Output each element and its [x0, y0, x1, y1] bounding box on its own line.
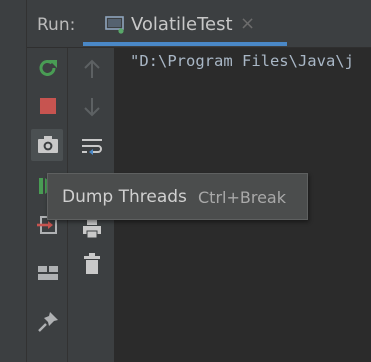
tooltip-title: Dump Threads — [62, 187, 187, 207]
tooltip-shortcut: Ctrl+Break — [198, 188, 286, 207]
stop-icon — [36, 95, 60, 119]
trash-icon — [80, 252, 104, 276]
dump-threads-tooltip: Dump Threads Ctrl+Break — [47, 173, 308, 220]
active-tab-indicator — [83, 42, 287, 46]
stop-button[interactable] — [36, 95, 60, 119]
pin-icon — [36, 310, 60, 334]
layout-icon — [36, 261, 60, 285]
rerun-button[interactable] — [36, 57, 60, 81]
soft-wrap-icon — [80, 135, 104, 159]
run-tool-window-header: Run: VolatileTest × — [27, 0, 371, 48]
restore-layout-button[interactable] — [36, 261, 60, 285]
soft-wrap-button[interactable] — [80, 135, 104, 159]
left-tool-strip — [0, 0, 27, 362]
clear-all-button[interactable] — [80, 252, 104, 276]
tab-volatile-test[interactable]: VolatileTest × — [83, 0, 287, 48]
arrow-down-icon — [80, 95, 104, 119]
tab-label: VolatileTest — [131, 14, 233, 35]
print-icon — [80, 217, 104, 241]
run-label: Run: — [37, 15, 76, 35]
up-stack-button[interactable] — [80, 57, 104, 81]
rerun-icon — [36, 57, 60, 81]
pin-tab-button[interactable] — [36, 310, 60, 334]
down-stack-button[interactable] — [80, 95, 104, 119]
close-icon[interactable]: × — [240, 13, 255, 34]
arrow-up-icon — [80, 57, 104, 81]
print-button[interactable] — [80, 217, 104, 241]
camera-icon — [36, 133, 60, 157]
console-line: "D:\Program Files\Java\j — [130, 52, 354, 70]
dump-threads-button[interactable] — [36, 133, 60, 157]
run-config-icon — [105, 16, 125, 34]
